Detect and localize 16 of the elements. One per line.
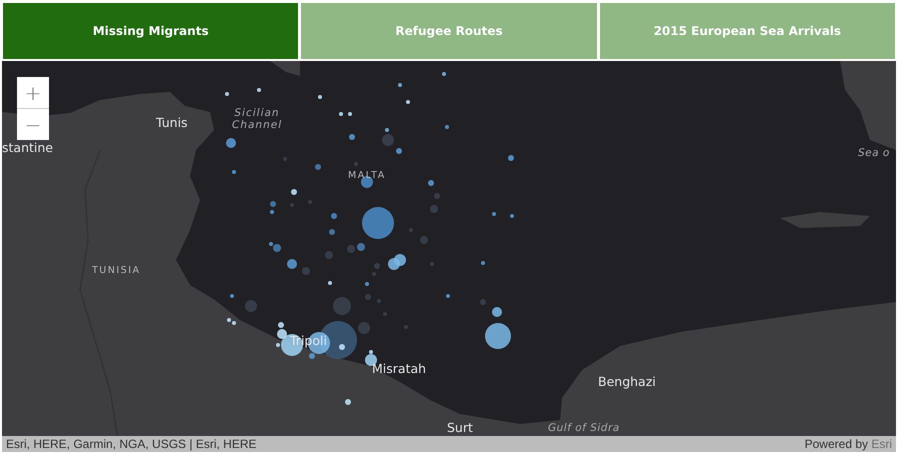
- powered-by-text: Powered by Esri: [804, 437, 892, 451]
- map-label: MALTA: [348, 171, 386, 182]
- map-label: Benghazi: [598, 375, 656, 389]
- map-label: Sicilian Channel: [232, 108, 282, 132]
- zoom-out-button[interactable]: −: [17, 109, 49, 140]
- map-label: Surt: [447, 421, 473, 435]
- esri-link[interactable]: Esri: [871, 437, 892, 451]
- zoom-in-button[interactable]: +: [17, 77, 49, 108]
- map-label: Sea o: [858, 148, 890, 160]
- map-label: TUNISIA: [92, 266, 140, 276]
- attribution-text: Esri, HERE, Garmin, NGA, USGS | Esri, HERE: [6, 437, 256, 451]
- map-label: stantine: [2, 141, 53, 155]
- map-label: Misratah: [372, 362, 426, 376]
- map-label: Tunis: [156, 116, 188, 130]
- map-label: Gulf of Sidra: [548, 423, 620, 435]
- tab[interactable]: Missing Migrants: [3, 3, 298, 59]
